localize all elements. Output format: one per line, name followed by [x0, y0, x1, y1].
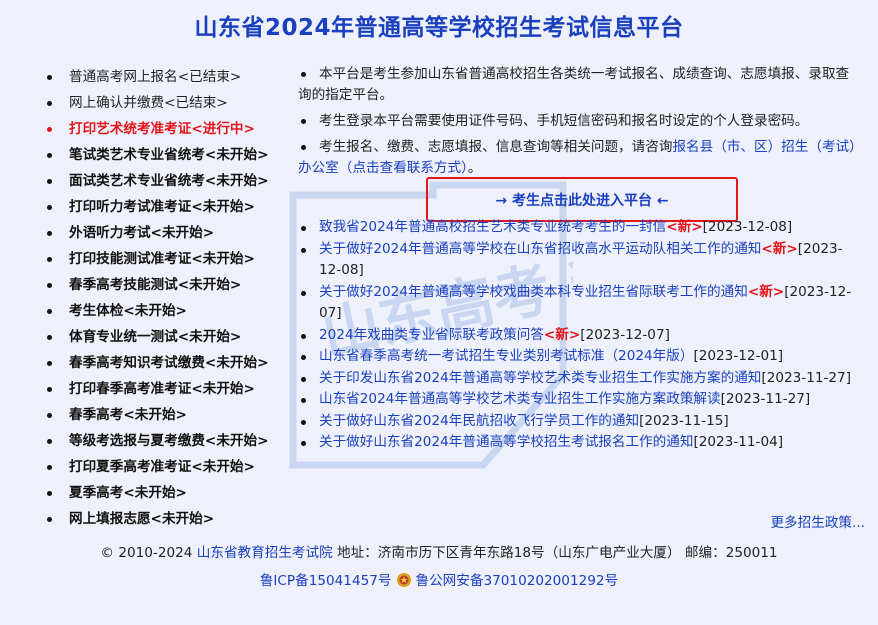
- news-date: [2023-11-27]: [720, 391, 811, 407]
- intro-text-2: 考生登录本平台需要使用证件号码、手机短信密码和报名时设定的个人登录密码。: [319, 113, 809, 129]
- new-badge: <新>: [666, 219, 703, 235]
- enter-platform-button[interactable]: → 考生点击此处进入平台 ←: [426, 177, 738, 222]
- news-date: [2023-12-08]: [702, 219, 793, 235]
- icp-link[interactable]: 鲁ICP备15041457号: [260, 573, 392, 589]
- sidebar-item: 打印春季高考准考证<未开始>: [46, 376, 296, 402]
- sidebar-item: 外语听力考试<未开始>: [46, 220, 296, 246]
- news-item: 山东省2024年普通高等学校艺术类专业招生工作实施方案政策解读[2023-11-…: [298, 389, 860, 411]
- news-item: 关于做好2024年普通高等学校在山东省招收高水平运动队相关工作的通知<新>[20…: [298, 239, 860, 282]
- intro-text-3-suffix: 。: [467, 160, 482, 176]
- page-title: 山东省2024年普通高等学校招生考试信息平台: [194, 15, 684, 41]
- new-badge: <新>: [543, 326, 581, 343]
- sidebar-item: 等级考选报与夏考缴费<未开始>: [46, 428, 296, 454]
- sidebar-item: 夏季高考<未开始>: [46, 480, 296, 506]
- police-badge-icon: [396, 573, 411, 587]
- sidebar-item-link[interactable]: 春季高考知识考试缴费<未开始>: [69, 355, 269, 371]
- sidebar-item: 网上确认并缴费<已结束>: [46, 90, 296, 116]
- news-link[interactable]: 山东省春季高考统一考试招生专业类别考试标准（2024年版）: [319, 348, 693, 364]
- news-date: [2023-12-01]: [693, 348, 784, 364]
- sidebar-item-link[interactable]: 网上确认并缴费<已结束>: [69, 95, 228, 111]
- sidebar-item: 普通高考网上报名<已结束>: [46, 64, 296, 90]
- news-link[interactable]: 山东省2024年普通高等学校艺术类专业招生工作实施方案政策解读: [319, 391, 721, 407]
- footer-copyright: © 2010-2024 山东省教育招生考试院 地址：济南市历下区青年东路18号（…: [0, 541, 878, 561]
- news-date: [2023-11-27]: [761, 369, 852, 386]
- news-item: 2024年戏曲类专业省际联考政策问答<新>[2023-12-07]: [298, 325, 860, 347]
- police-record-link[interactable]: 鲁公网安备37010202001292号: [416, 573, 619, 589]
- sidebar-item-link[interactable]: 打印春季高考准考证<未开始>: [69, 381, 255, 397]
- new-badge: <新>: [747, 283, 785, 300]
- news-link[interactable]: 关于做好2024年普通高等学校在山东省招收高水平运动队相关工作的通知: [319, 241, 761, 257]
- news-item: 关于印发山东省2024年普通高等学校艺术类专业招生工作实施方案的通知[2023-…: [298, 368, 860, 390]
- footer-registration: 鲁ICP备15041457号 鲁公网安备37010202001292号: [0, 569, 878, 589]
- left-menu: 普通高考网上报名<已结束> 网上确认并缴费<已结束> 打印艺术统考准考证<进行中> 笔…: [46, 64, 296, 532]
- sidebar-item-link[interactable]: 外语听力考试<未开始>: [69, 225, 214, 241]
- new-badge: <新>: [761, 240, 798, 257]
- more-policies-link[interactable]: 更多招生政策...: [770, 511, 865, 531]
- intro-text-3-prefix: 考生报名、缴费、志愿填报、信息查询等相关问题，请咨询: [319, 139, 673, 155]
- news-item: 关于做好山东省2024年普通高等学校招生考试报名工作的通知[2023-11-04…: [298, 432, 860, 454]
- sidebar-item-link[interactable]: 打印技能测试准考证<未开始>: [69, 251, 255, 267]
- sidebar-item-link[interactable]: 打印艺术统考准考证<进行中>: [69, 121, 255, 137]
- news-link[interactable]: 关于做好山东省2024年普通高等学校招生考试报名工作的通知: [319, 434, 693, 450]
- sidebar-item-link[interactable]: 笔试类艺术专业省统考<未开始>: [69, 147, 269, 163]
- news-date: [2023-12-07]: [580, 326, 670, 343]
- news-link[interactable]: 2024年戏曲类专业省际联考政策问答: [319, 327, 544, 343]
- sidebar-item-link[interactable]: 体育专业统一测试<未开始>: [69, 329, 241, 345]
- sidebar-item: 春季高考知识考试缴费<未开始>: [46, 350, 296, 376]
- news-link[interactable]: 关于做好山东省2024年民航招收飞行学员工作的通知: [319, 413, 639, 429]
- news-link[interactable]: 关于印发山东省2024年普通高等学校艺术类专业招生工作实施方案的通知: [319, 370, 761, 386]
- intro-item: 考生登录本平台需要使用证件号码、手机短信密码和报名时设定的个人登录密码。: [298, 111, 860, 132]
- sidebar-item-link[interactable]: 春季高考<未开始>: [69, 407, 187, 423]
- intro-list: 本平台是考生参加山东省普通高校招生各类统一考试报名、成绩查询、志愿填报、录取查询…: [298, 64, 860, 179]
- intro-text-1: 本平台是考生参加山东省普通高校招生各类统一考试报名、成绩查询、志愿填报、录取查询…: [298, 66, 850, 103]
- sidebar-item: 网上填报志愿<未开始>: [46, 506, 296, 532]
- news-link[interactable]: 关于做好2024年普通高等学校戏曲类本科专业招生省际联考工作的通知: [319, 284, 748, 300]
- news-item: 关于做好山东省2024年民航招收飞行学员工作的通知[2023-11-15]: [298, 411, 860, 433]
- sidebar-item-link[interactable]: 面试类艺术专业省统考<未开始>: [69, 173, 269, 189]
- sidebar-item: 打印艺术统考准考证<进行中>: [46, 116, 296, 142]
- sidebar-item: 春季高考技能测试<未开始>: [46, 272, 296, 298]
- sidebar-item: 体育专业统一测试<未开始>: [46, 324, 296, 350]
- news-item: 山东省春季高考统一考试招生专业类别考试标准（2024年版）[2023-12-01…: [298, 346, 860, 368]
- sidebar-item: 考生体检<未开始>: [46, 298, 296, 324]
- org-link[interactable]: 山东省教育招生考试院: [197, 545, 333, 561]
- sidebar-item: 打印技能测试准考证<未开始>: [46, 246, 296, 272]
- address-text: 地址：济南市历下区青年东路18号（山东广电产业大厦） 邮编：250011: [332, 545, 778, 561]
- news-list: 致我省2024年普通高校招生艺术类专业统考考生的一封信<新>[2023-12-0…: [298, 217, 860, 454]
- copyright-text: © 2010-2024: [100, 545, 197, 561]
- sidebar-item: 笔试类艺术专业省统考<未开始>: [46, 142, 296, 168]
- sidebar-item-link[interactable]: 考生体检<未开始>: [69, 303, 187, 319]
- sidebar-item: 打印听力考试准考证<未开始>: [46, 194, 296, 220]
- sidebar-item: 打印夏季高考准考证<未开始>: [46, 454, 296, 480]
- sidebar-item: 面试类艺术专业省统考<未开始>: [46, 168, 296, 194]
- sidebar-item-link[interactable]: 夏季高考<未开始>: [69, 485, 187, 501]
- sidebar-item-link[interactable]: 网上填报志愿<未开始>: [69, 511, 214, 527]
- sidebar-item-link[interactable]: 普通高考网上报名<已结束>: [69, 69, 241, 85]
- sidebar-item: 春季高考<未开始>: [46, 402, 296, 428]
- news-item: 致我省2024年普通高校招生艺术类专业统考考生的一封信<新>[2023-12-0…: [298, 217, 860, 239]
- intro-item: 本平台是考生参加山东省普通高校招生各类统一考试报名、成绩查询、志愿填报、录取查询…: [298, 64, 860, 106]
- main-content: 本平台是考生参加山东省普通高校招生各类统一考试报名、成绩查询、志愿填报、录取查询…: [298, 64, 865, 531]
- sidebar-item-link[interactable]: 春季高考技能测试<未开始>: [69, 277, 241, 293]
- news-date: [2023-11-04]: [693, 434, 784, 450]
- sidebar-item-link[interactable]: 等级考选报与夏考缴费<未开始>: [69, 433, 269, 449]
- sidebar-item-link[interactable]: 打印听力考试准考证<未开始>: [69, 199, 255, 215]
- news-item: 关于做好2024年普通高等学校戏曲类本科专业招生省际联考工作的通知<新>[202…: [298, 282, 860, 325]
- news-date: [2023-11-15]: [639, 412, 729, 429]
- news-link[interactable]: 致我省2024年普通高校招生艺术类专业统考考生的一封信: [319, 219, 666, 235]
- intro-item: 考生报名、缴费、志愿填报、信息查询等相关问题，请咨询报名县（市、区）招生（考试）…: [298, 137, 860, 179]
- sidebar-item-link[interactable]: 打印夏季高考准考证<未开始>: [69, 459, 255, 475]
